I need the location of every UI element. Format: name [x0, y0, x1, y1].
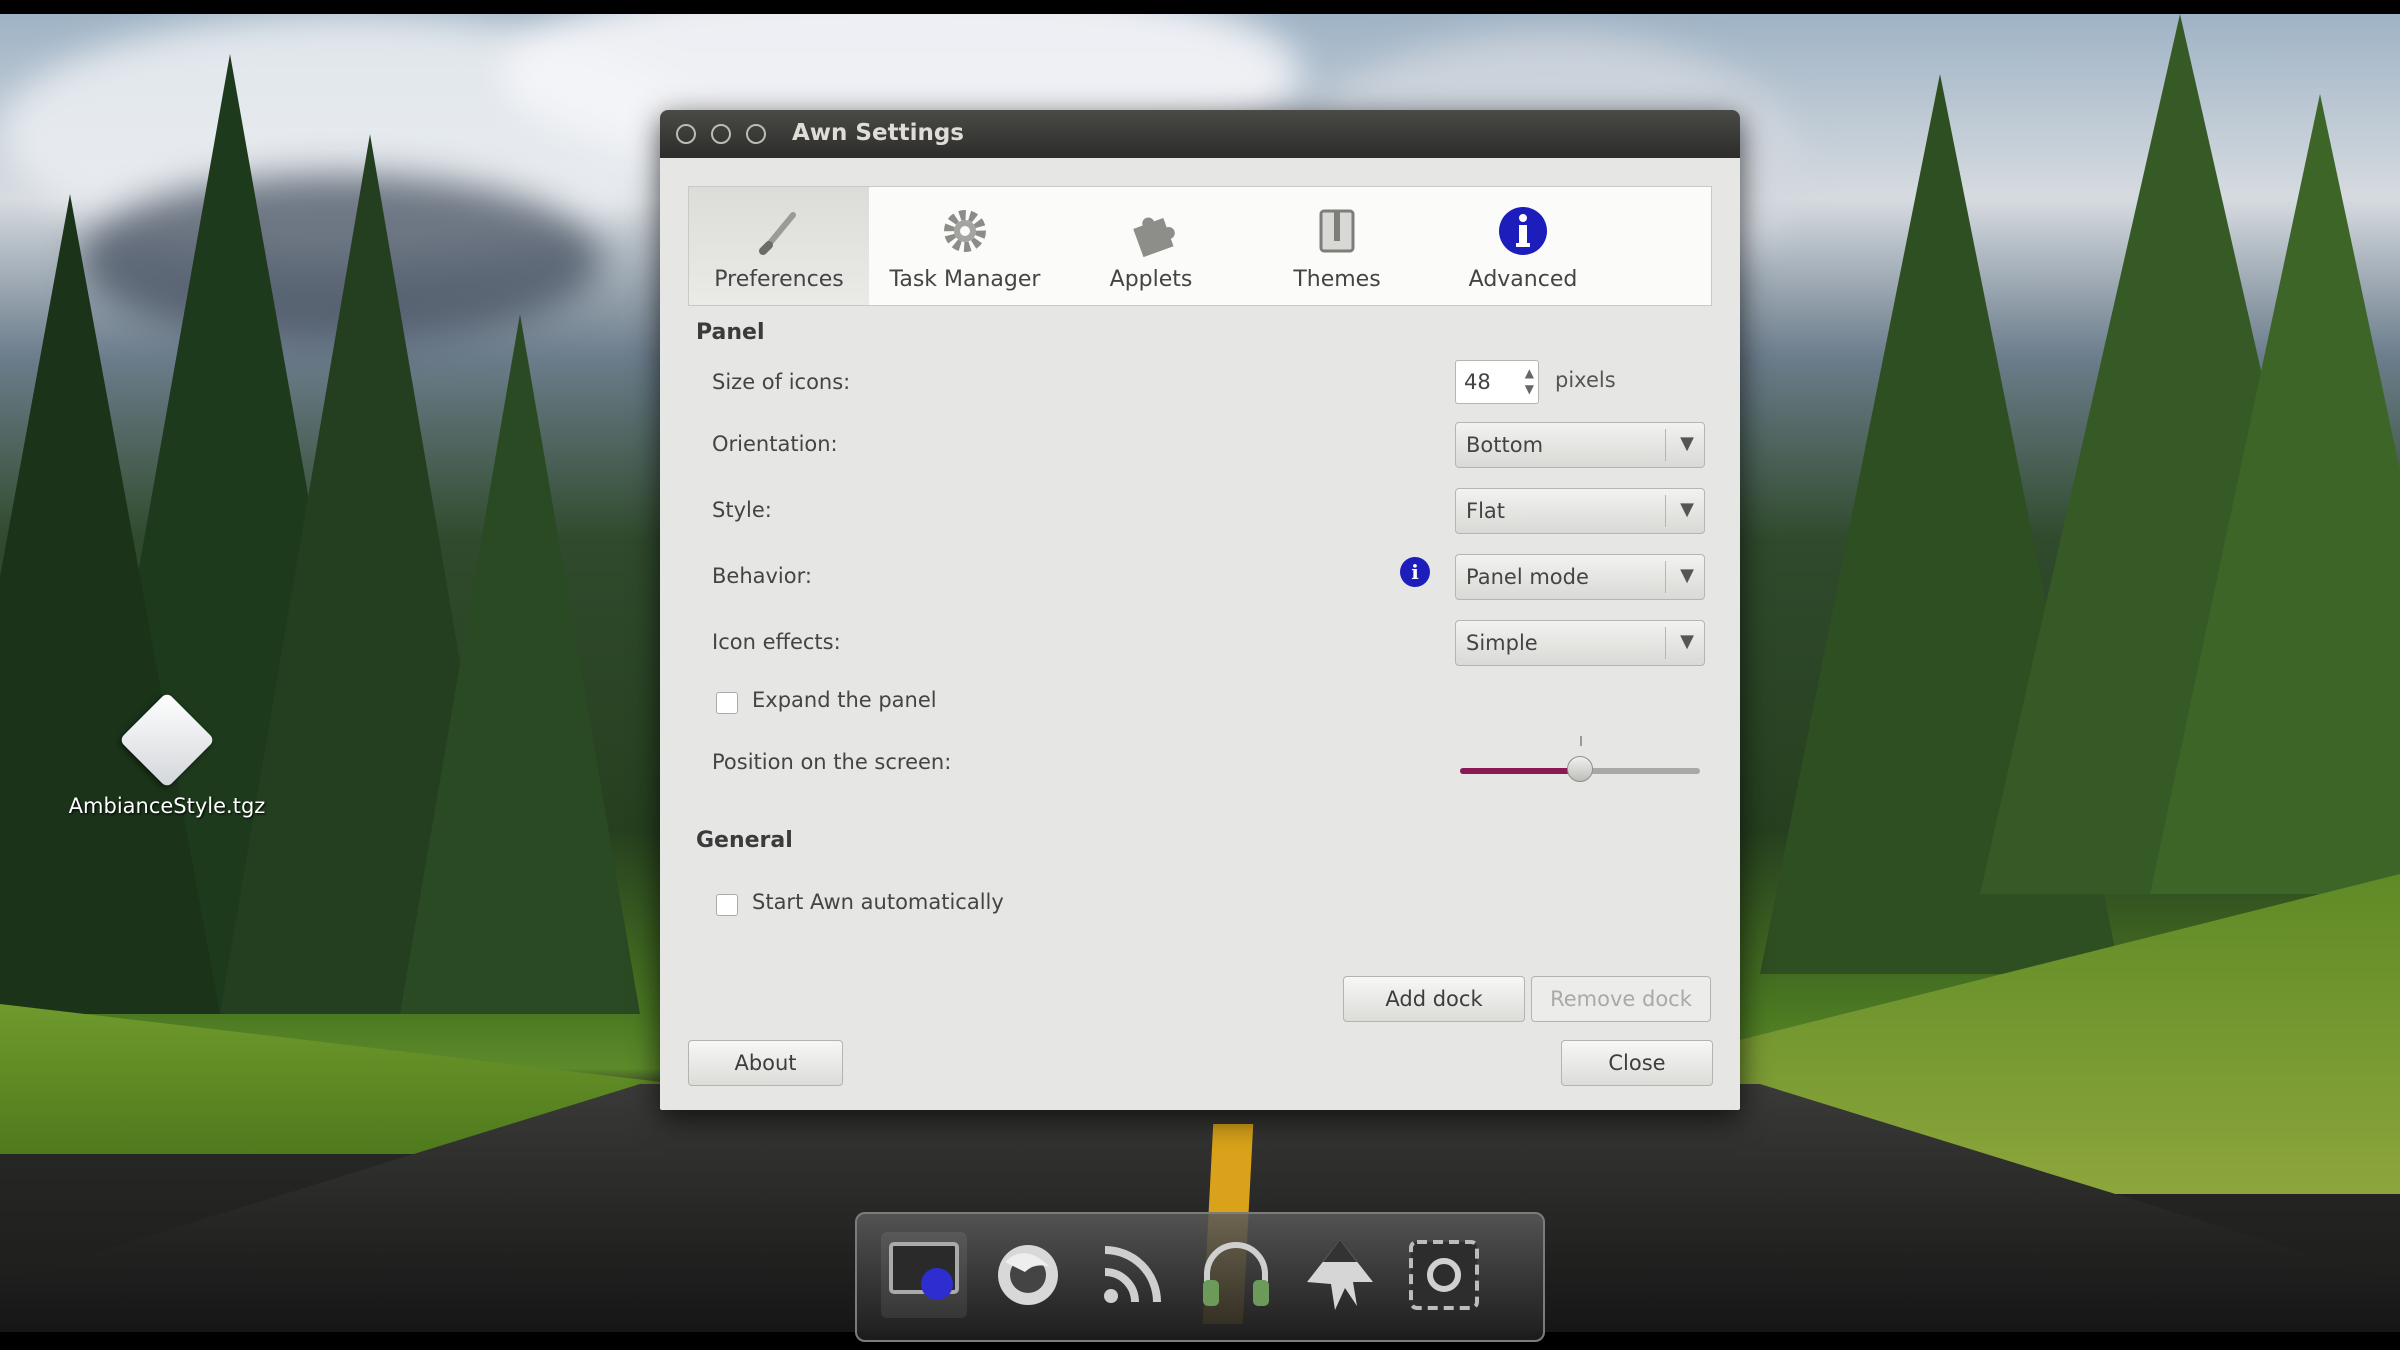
behavior-value: Panel mode: [1466, 565, 1589, 589]
inkscape-icon: [1307, 1240, 1373, 1310]
remove-dock-button[interactable]: Remove dock: [1531, 976, 1711, 1022]
dock-item-awn-settings[interactable]: [881, 1232, 967, 1318]
tab-label: Task Manager: [889, 267, 1041, 292]
panel-heading: Panel: [696, 320, 765, 345]
dock-item-rss[interactable]: [1089, 1232, 1175, 1318]
icon-effects-select[interactable]: Simple ▼: [1455, 620, 1705, 666]
dropdown-arrow-icon: ▼: [1680, 433, 1694, 454]
headphones-icon: [1203, 1242, 1269, 1306]
maximize-window-button[interactable]: [746, 124, 766, 144]
info-icon: [1499, 207, 1547, 255]
awn-dock: [855, 1212, 1545, 1342]
tab-themes[interactable]: Themes: [1247, 187, 1427, 305]
tab-bar: Preferences Task Manager Applets Themes: [688, 186, 1712, 306]
tab-preferences[interactable]: Preferences: [689, 187, 869, 305]
dock-item-audio[interactable]: [1193, 1232, 1279, 1318]
dropdown-arrow-icon: ▼: [1680, 499, 1694, 520]
dropdown-arrow-icon: ▼: [1680, 565, 1694, 586]
behavior-info-icon[interactable]: i: [1400, 557, 1430, 587]
dock-item-screenshot[interactable]: [1401, 1232, 1487, 1318]
orientation-select[interactable]: Bottom ▼: [1455, 422, 1705, 468]
general-heading: General: [696, 828, 793, 853]
slider-center-tick: [1580, 736, 1582, 746]
expand-panel-label: Expand the panel: [752, 688, 937, 712]
style-label: Style:: [712, 498, 772, 522]
paintbrush-icon: [759, 212, 796, 255]
tab-label: Applets: [1109, 267, 1193, 292]
style-select[interactable]: Flat ▼: [1455, 488, 1705, 534]
awn-settings-window: Awn Settings Preferences Task Manager Ap…: [660, 110, 1740, 1110]
tab-task-manager[interactable]: Task Manager: [875, 187, 1055, 305]
minimize-window-button[interactable]: [711, 124, 731, 144]
window-titlebar[interactable]: Awn Settings: [660, 110, 1740, 158]
close-button[interactable]: Close: [1561, 1040, 1713, 1086]
rss-feed-icon: [1104, 1246, 1161, 1303]
orientation-label: Orientation:: [712, 432, 838, 456]
size-label: Size of icons:: [712, 370, 851, 394]
tab-applets[interactable]: Applets: [1061, 187, 1241, 305]
dock-item-firefox[interactable]: [985, 1232, 1071, 1318]
style-value: Flat: [1466, 499, 1506, 523]
icon-size-spinner[interactable]: 48 ▲ ▼: [1455, 360, 1539, 404]
icon-size-value: 48: [1464, 370, 1491, 394]
close-window-button[interactable]: [676, 124, 696, 144]
dock-item-inkscape[interactable]: [1297, 1232, 1383, 1318]
archive-icon: [118, 691, 216, 789]
icon-effects-label: Icon effects:: [712, 630, 841, 654]
icon-effects-value: Simple: [1466, 631, 1538, 655]
behavior-label: Behavior:: [712, 564, 812, 588]
window-title: Awn Settings: [792, 120, 964, 146]
awn-settings-icon: [889, 1242, 959, 1300]
orientation-value: Bottom: [1466, 433, 1544, 457]
dropdown-arrow-icon: ▼: [1680, 631, 1694, 652]
spinner-arrows-icon[interactable]: ▲ ▼: [1525, 365, 1534, 397]
desktop-file-label: AmbianceStyle.tgz: [68, 794, 266, 818]
gear-icon: [944, 210, 986, 252]
autostart-checkbox[interactable]: [716, 894, 738, 916]
firefox-icon: [998, 1245, 1058, 1305]
desktop-file-icon[interactable]: AmbianceStyle.tgz: [52, 691, 282, 818]
screenshot-icon: [1409, 1240, 1479, 1310]
tab-advanced[interactable]: Advanced: [1433, 187, 1613, 305]
about-button[interactable]: About: [688, 1040, 843, 1086]
size-units: pixels: [1555, 368, 1616, 392]
tab-label: Advanced: [1468, 267, 1578, 292]
expand-panel-checkbox[interactable]: [716, 692, 738, 714]
puzzle-icon: [1133, 217, 1175, 257]
theme-book-icon: [1319, 209, 1355, 253]
tab-label: Themes: [1293, 267, 1381, 292]
position-label: Position on the screen:: [712, 750, 952, 774]
position-slider-handle[interactable]: [1567, 756, 1593, 782]
position-slider-fill: [1460, 768, 1580, 774]
add-dock-button[interactable]: Add dock: [1343, 976, 1525, 1022]
tab-label: Preferences: [714, 267, 844, 292]
autostart-label: Start Awn automatically: [752, 890, 1004, 914]
behavior-select[interactable]: Panel mode ▼: [1455, 554, 1705, 600]
